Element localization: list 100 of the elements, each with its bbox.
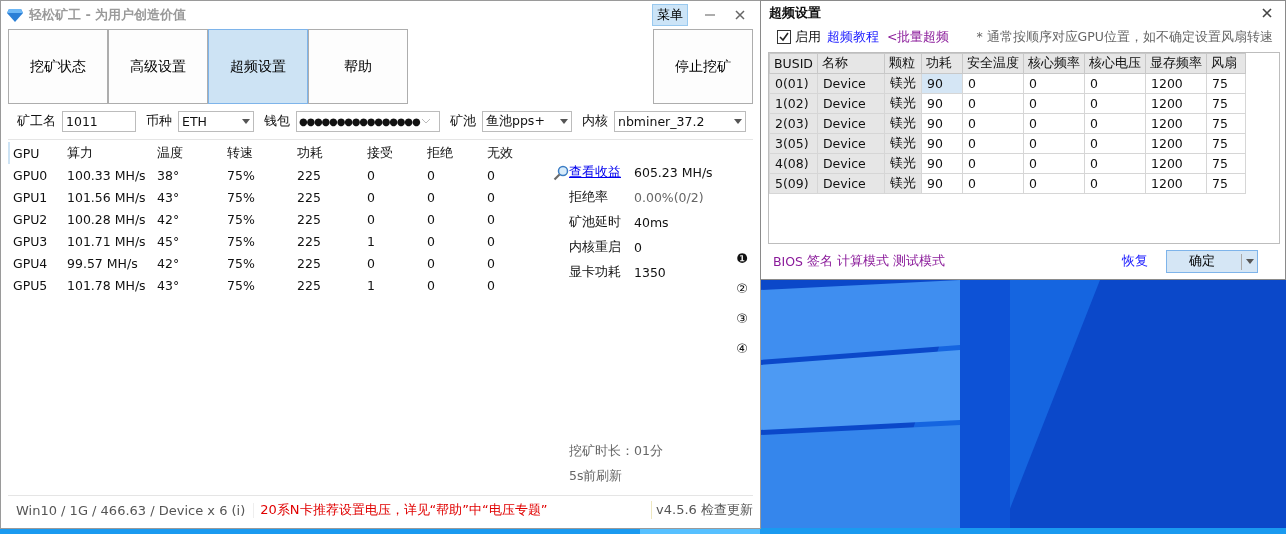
table-cell[interactable]: 0 (1023, 113, 1085, 134)
table-cell-text: 0 (487, 167, 496, 183)
page-button[interactable]: ③ (736, 310, 748, 328)
earnings-link[interactable]: 查看收益 (569, 164, 634, 181)
input-field[interactable]: 1011 (62, 110, 136, 132)
table-cell[interactable]: 0 (1084, 173, 1146, 194)
table-cell-text: 0 (487, 211, 496, 227)
table-cell[interactable]: 75 (1206, 173, 1246, 194)
table-cell[interactable]: 90 (921, 113, 963, 134)
menu-button[interactable]: 菜单 (652, 4, 688, 26)
table-cell-text: 0 (367, 167, 376, 183)
table-cell-text: 42° (157, 211, 181, 227)
mode-link[interactable]: 计算模式 (837, 253, 890, 270)
dropdown[interactable]: 鱼池pps+ (482, 110, 572, 132)
mode-link[interactable]: 签名 (807, 253, 834, 270)
link[interactable]: 超频教程 (827, 28, 879, 46)
table-cell[interactable]: 0 (1023, 173, 1085, 194)
nav-tab[interactable]: 超频设置 (208, 29, 308, 104)
table-cell-text: 225 (297, 255, 322, 271)
table-cell-text: GPU4 (13, 255, 49, 271)
table-cell[interactable]: 0 (1023, 93, 1085, 114)
table-cell-text: 75% (227, 233, 256, 249)
mode-link[interactable]: BIOS (773, 254, 804, 269)
hint-text: * 通常按顺序对应GPU位置，如不确定设置风扇转速 (976, 28, 1273, 46)
password-field[interactable]: ●●●●●●●●●●●●●●●● (296, 110, 440, 132)
table-cell[interactable]: 1200 (1145, 93, 1207, 114)
table-cell[interactable]: 75 (1206, 73, 1246, 94)
nav-tab[interactable]: 挖矿状态 (8, 29, 108, 104)
table-cell[interactable]: 90 (921, 93, 963, 114)
column-header: 名称 (817, 53, 885, 74)
table-cell[interactable]: 0 (962, 173, 1024, 194)
table-cell[interactable]: 90 (921, 173, 963, 194)
field-label: 矿工名 (17, 112, 56, 130)
column-header: 功耗 (297, 144, 324, 162)
table-cell[interactable]: 1200 (1145, 173, 1207, 194)
version-update[interactable]: v4.5.6 检查更新 (651, 501, 753, 519)
table-cell[interactable]: 0 (962, 153, 1024, 174)
table-cell-text: 0 (487, 277, 496, 293)
stat-label: 矿池延时 (569, 214, 622, 231)
table-cell[interactable]: 0 (1023, 153, 1085, 174)
runtime-value: 01分 (634, 443, 663, 460)
restore-link[interactable]: 恢复 (1122, 253, 1148, 270)
table-cell[interactable]: 75 (1206, 113, 1246, 134)
table-cell-text: GPU3 (13, 233, 49, 249)
table-cell[interactable]: 1200 (1145, 113, 1207, 134)
table-cell[interactable]: 0 (962, 73, 1024, 94)
table-cell[interactable]: 90 (921, 133, 963, 154)
column-header: BUSID (769, 53, 818, 74)
confirm-button[interactable]: 确定 (1166, 250, 1258, 273)
stop-mining-button[interactable]: 停止挖矿 (653, 29, 753, 104)
page-button[interactable]: ② (736, 280, 748, 298)
stat-value: 0.00%(0/2) (634, 190, 704, 205)
table-cell[interactable]: 1200 (1145, 73, 1207, 94)
mode-link[interactable]: 测试模式 (893, 253, 946, 270)
table-cell-text: GPU2 (13, 211, 49, 227)
table-cell-text: 101.78 MH/s (67, 277, 147, 293)
table-cell-text: 0 (487, 233, 496, 249)
dropdown[interactable]: ETH (178, 110, 254, 132)
table-cell[interactable]: 0 (1084, 93, 1146, 114)
window-title: 超频设置 (769, 4, 821, 22)
column-header: 拒绝 (427, 144, 454, 162)
dropdown[interactable]: nbminer_37.2 (614, 110, 746, 132)
table-cell[interactable]: 0 (1084, 73, 1146, 94)
stat-value: 605.23 MH/s (634, 165, 713, 180)
table-cell-text: 45° (157, 233, 181, 249)
table-cell[interactable]: 75 (1206, 153, 1246, 174)
stat-label: 拒绝率 (569, 189, 609, 206)
table-cell[interactable]: 75 (1206, 133, 1246, 154)
table-cell-text: 100.33 MH/s (67, 167, 147, 183)
nav-tab[interactable]: 帮助 (308, 29, 408, 104)
table-cell: 0(01) (769, 73, 818, 94)
table-cell-text: 225 (297, 189, 322, 205)
table-cell[interactable]: 0 (962, 113, 1024, 134)
table-cell[interactable]: 0 (1084, 133, 1146, 154)
page-button[interactable]: ④ (736, 340, 748, 358)
stat-value: 1350 (634, 265, 666, 280)
table-cell[interactable]: 0 (1084, 153, 1146, 174)
table-cell[interactable]: 0 (1023, 73, 1085, 94)
table-cell[interactable]: 1200 (1145, 153, 1207, 174)
nav-tab[interactable]: 高级设置 (108, 29, 208, 104)
column-header: 功耗 (921, 53, 963, 74)
table-cell[interactable]: 90 (921, 153, 963, 174)
table-cell[interactable]: 75 (1206, 93, 1246, 114)
column-header: 无效 (487, 144, 514, 162)
table-cell[interactable]: 0 (1023, 133, 1085, 154)
table-cell[interactable]: 0 (1084, 113, 1146, 134)
table-cell-text: 0 (487, 189, 496, 205)
link[interactable]: <批量超频 (887, 28, 950, 46)
table-cell[interactable]: 1200 (1145, 133, 1207, 154)
table-cell-text: 225 (297, 233, 322, 249)
table-cell[interactable]: 0 (962, 133, 1024, 154)
table-cell-text: 75% (227, 277, 256, 293)
column-header: 转速 (227, 144, 254, 162)
runtime-label: 挖矿时长： (569, 443, 634, 460)
page-button[interactable]: ❶ (736, 250, 748, 268)
column-header: 风扇 (1206, 53, 1246, 74)
system-info: Win10 / 1G / 466.63 / Device x 6 (i) (8, 502, 255, 518)
table-cell: 1(02) (769, 93, 818, 114)
table-cell[interactable]: 0 (962, 93, 1024, 114)
refresh-time: 5s前刷新 (569, 468, 623, 485)
